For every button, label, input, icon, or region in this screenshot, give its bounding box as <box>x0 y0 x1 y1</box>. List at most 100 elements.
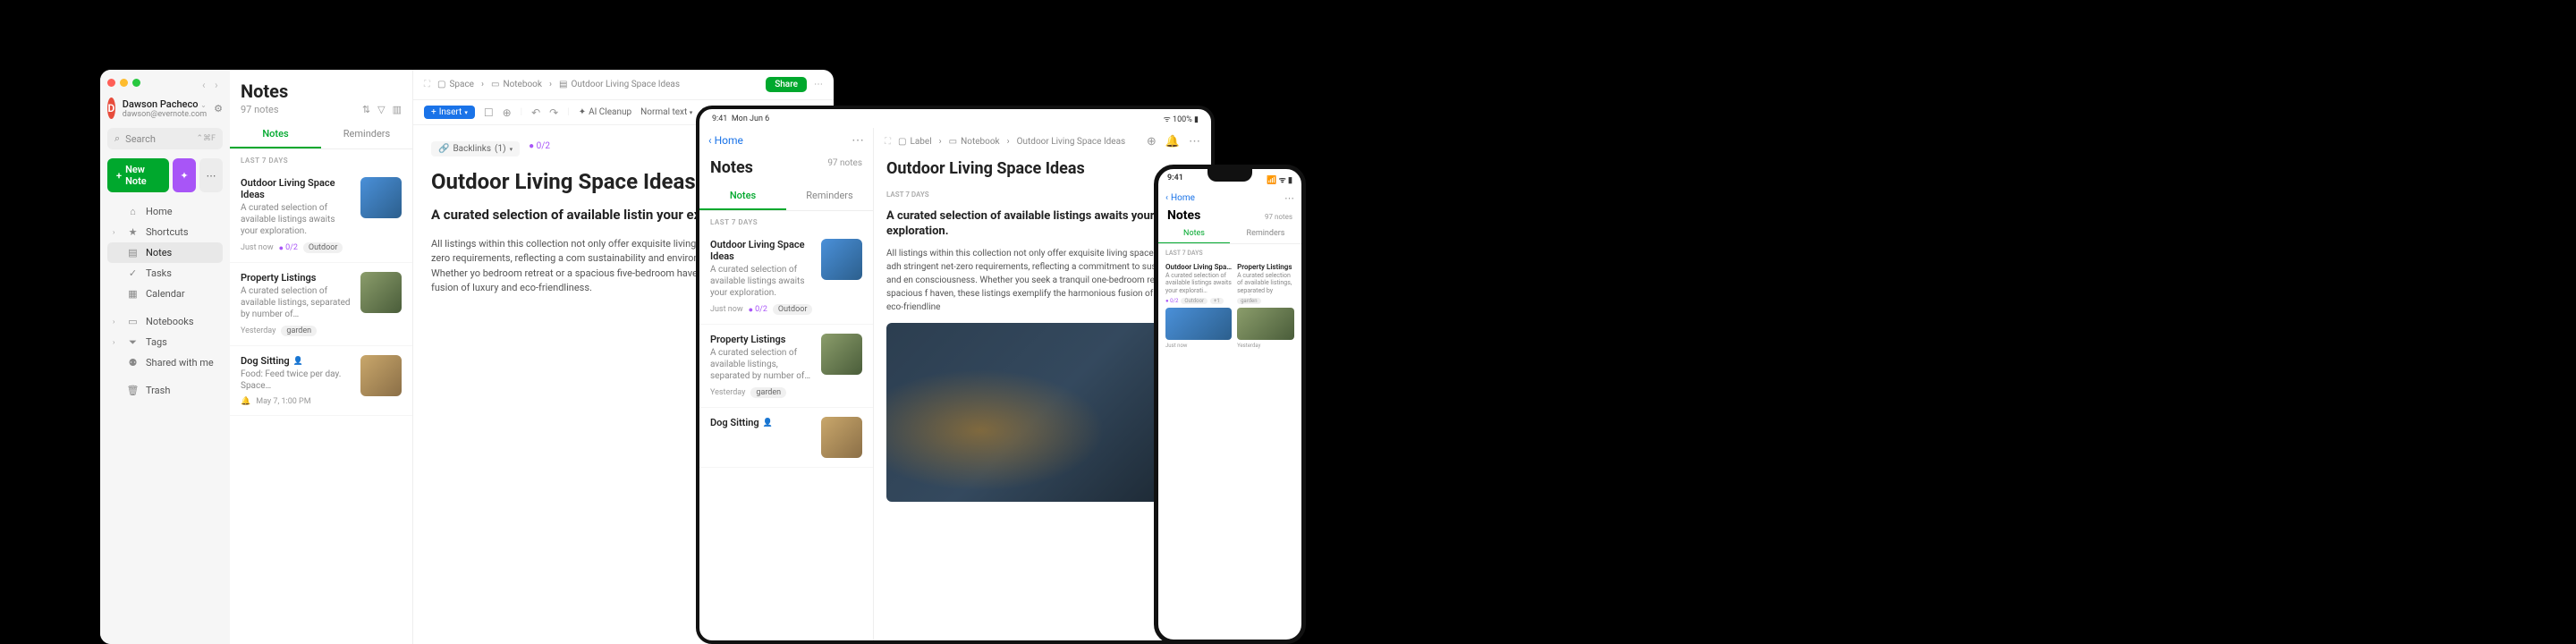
back-arrow-icon[interactable]: ‹ <box>202 79 210 87</box>
chevron-right-icon: › <box>1007 137 1010 147</box>
task-badge: ● 0/2 <box>1165 298 1178 304</box>
chevron-right-icon: › <box>113 318 120 326</box>
note-title: Outdoor Living Spa… <box>1165 263 1232 271</box>
note-title: Dog Sitting 👤 <box>241 355 353 367</box>
sidebar: ‹ › D Dawson Pacheco ⌄ dawson@evernote.c… <box>100 70 230 644</box>
insert-button[interactable]: +Insert▾ <box>424 106 475 119</box>
attachment-icon[interactable]: ⊕ <box>503 106 512 119</box>
expand-icon[interactable]: ⛶ <box>885 137 891 147</box>
breadcrumb[interactable]: ▤ Outdoor Living Space Ideas <box>559 80 680 89</box>
tab-notes[interactable]: Notes <box>1158 225 1230 243</box>
calendar-icon: ▦ <box>127 288 139 300</box>
ellipsis-icon[interactable]: ⋯ <box>814 80 823 89</box>
note-preview: A curated selection of available listing… <box>1165 272 1232 295</box>
status-bar: 9:41 Mon Jun 6 ᯤ 100% ▮ <box>699 109 1211 128</box>
trash-icon: 🗑 <box>127 385 139 396</box>
list-item[interactable]: Property Listings A curated selection of… <box>699 325 873 408</box>
tab-reminders[interactable]: Reminders <box>1230 225 1301 243</box>
minimize-icon[interactable] <box>120 79 128 87</box>
tab-reminders[interactable]: Reminders <box>321 121 412 148</box>
tab-notes[interactable]: Notes <box>699 182 786 210</box>
ellipsis-icon[interactable]: ⋯ <box>852 133 864 148</box>
breadcrumb[interactable]: Outdoor Living Space Ideas <box>1017 137 1126 147</box>
filter-icon[interactable]: ▽ <box>377 104 385 115</box>
link-icon: 🔗 <box>438 144 449 154</box>
tag-chip: Outdoor <box>1181 298 1208 304</box>
sidebar-item-calendar[interactable]: ▦Calendar <box>107 284 223 304</box>
gear-icon[interactable]: ⚙ <box>214 103 223 114</box>
sidebar-item-tags[interactable]: ›⏷Tags <box>107 332 223 352</box>
checkbox-icon[interactable]: ☐ <box>484 106 494 119</box>
task-progress[interactable]: ● 0/2 <box>529 141 550 157</box>
profile[interactable]: D Dawson Pacheco ⌄ dawson@evernote.com ⚙ <box>107 97 223 119</box>
add-user-icon[interactable]: ⊕ <box>1147 135 1157 148</box>
note-card[interactable]: Property Listings A curated selection of… <box>1237 263 1294 349</box>
note-count: 97 notes <box>1265 213 1292 221</box>
tag-chip: garden <box>281 326 317 336</box>
sidebar-item-home[interactable]: ⌂Home <box>107 201 223 222</box>
section-label: Last 7 days <box>699 211 873 230</box>
more-button[interactable]: ⋯ <box>199 158 223 192</box>
sidebar-item-notebooks[interactable]: ›▭Notebooks <box>107 311 223 332</box>
note-date: May 7, 1:00 PM <box>256 397 310 406</box>
list-item[interactable]: Dog Sitting 👤 Food: Feed twice per day. … <box>230 346 412 416</box>
breadcrumb[interactable]: ▢ Space <box>437 80 474 89</box>
maximize-icon[interactable] <box>132 79 140 87</box>
view-icon[interactable]: ▥ <box>393 104 402 115</box>
expand-icon[interactable]: ⛶ <box>424 80 430 89</box>
note-card[interactable]: Outdoor Living Spa… A curated selection … <box>1165 263 1232 349</box>
ellipsis-icon: ⋯ <box>207 170 216 182</box>
share-button[interactable]: Share <box>766 77 807 92</box>
tab-notes[interactable]: Notes <box>230 121 321 148</box>
chevron-down-icon: ⌄ <box>200 101 207 109</box>
list-item[interactable]: Outdoor Living Space Ideas A curated sel… <box>230 168 412 263</box>
redo-icon[interactable]: ↷ <box>549 106 558 119</box>
ellipsis-icon[interactable]: ⋯ <box>1284 192 1294 204</box>
chevron-down-icon: ▾ <box>690 109 693 116</box>
sidebar-item-tasks[interactable]: ✓Tasks <box>107 263 223 284</box>
close-icon[interactable] <box>107 79 115 87</box>
note-thumbnail <box>821 334 862 375</box>
backlinks-button[interactable]: 🔗Backlinks(1) ▾ <box>431 141 520 157</box>
sidebar-item-trash[interactable]: 🗑Trash <box>107 380 223 401</box>
chevron-left-icon: ‹ <box>708 134 712 147</box>
tag-icon: ⏷ <box>127 336 139 348</box>
tab-reminders[interactable]: Reminders <box>786 182 873 210</box>
check-circle-icon: ✓ <box>127 267 139 279</box>
note-thumbnail <box>821 239 862 280</box>
note-date: Just now <box>241 243 274 252</box>
tag-chip: Outdoor <box>303 242 343 253</box>
list-item[interactable]: Outdoor Living Space Ideas A curated sel… <box>699 230 873 325</box>
note-date: Yesterday <box>710 388 745 397</box>
ellipsis-icon[interactable]: ⋯ <box>1189 135 1200 148</box>
list-title: Notes <box>241 80 402 102</box>
note-thumbnail <box>360 355 402 396</box>
wifi-icon: ᯤ <box>1164 115 1171 124</box>
forward-arrow-icon[interactable]: › <box>215 79 223 87</box>
breadcrumb[interactable]: ▢ Label <box>898 137 932 147</box>
note-title: Dog Sitting 👤 <box>710 417 814 428</box>
sidebar-item-shortcuts[interactable]: ›★Shortcuts <box>107 222 223 242</box>
note-thumbnail <box>1237 308 1294 340</box>
breadcrumb[interactable]: ▭ Notebook <box>491 80 542 89</box>
ai-cleanup-button[interactable]: ✦AI Cleanup <box>579 107 631 117</box>
list-item[interactable]: Dog Sitting 👤 <box>699 408 873 468</box>
new-note-button[interactable]: +New Note <box>107 158 169 192</box>
sort-icon[interactable]: ⇅ <box>362 104 370 115</box>
home-icon: ⌂ <box>127 206 139 217</box>
list-item[interactable]: Property Listings A curated selection of… <box>230 263 412 346</box>
chevron-down-icon: ▾ <box>510 146 513 153</box>
sidebar-item-shared[interactable]: ⚉Shared with me <box>107 352 223 373</box>
wifi-icon: ᯤ <box>1279 176 1286 185</box>
undo-icon[interactable]: ↶ <box>531 106 540 119</box>
bell-icon: 🔔 <box>241 397 250 406</box>
ai-button[interactable]: ✦ <box>173 158 196 192</box>
back-button[interactable]: ‹Home <box>1165 193 1195 203</box>
note-title: Property Listings <box>241 272 353 284</box>
text-style-dropdown[interactable]: Normal text ▾ <box>640 107 692 117</box>
breadcrumb[interactable]: ▭ Notebook <box>949 137 1000 147</box>
bell-icon[interactable]: 🔔 <box>1165 135 1180 148</box>
back-button[interactable]: ‹Home <box>708 134 743 147</box>
sidebar-item-notes[interactable]: ▤Notes <box>107 242 223 263</box>
search-input[interactable]: ⌕ Search ⌃⌘F <box>107 128 223 149</box>
